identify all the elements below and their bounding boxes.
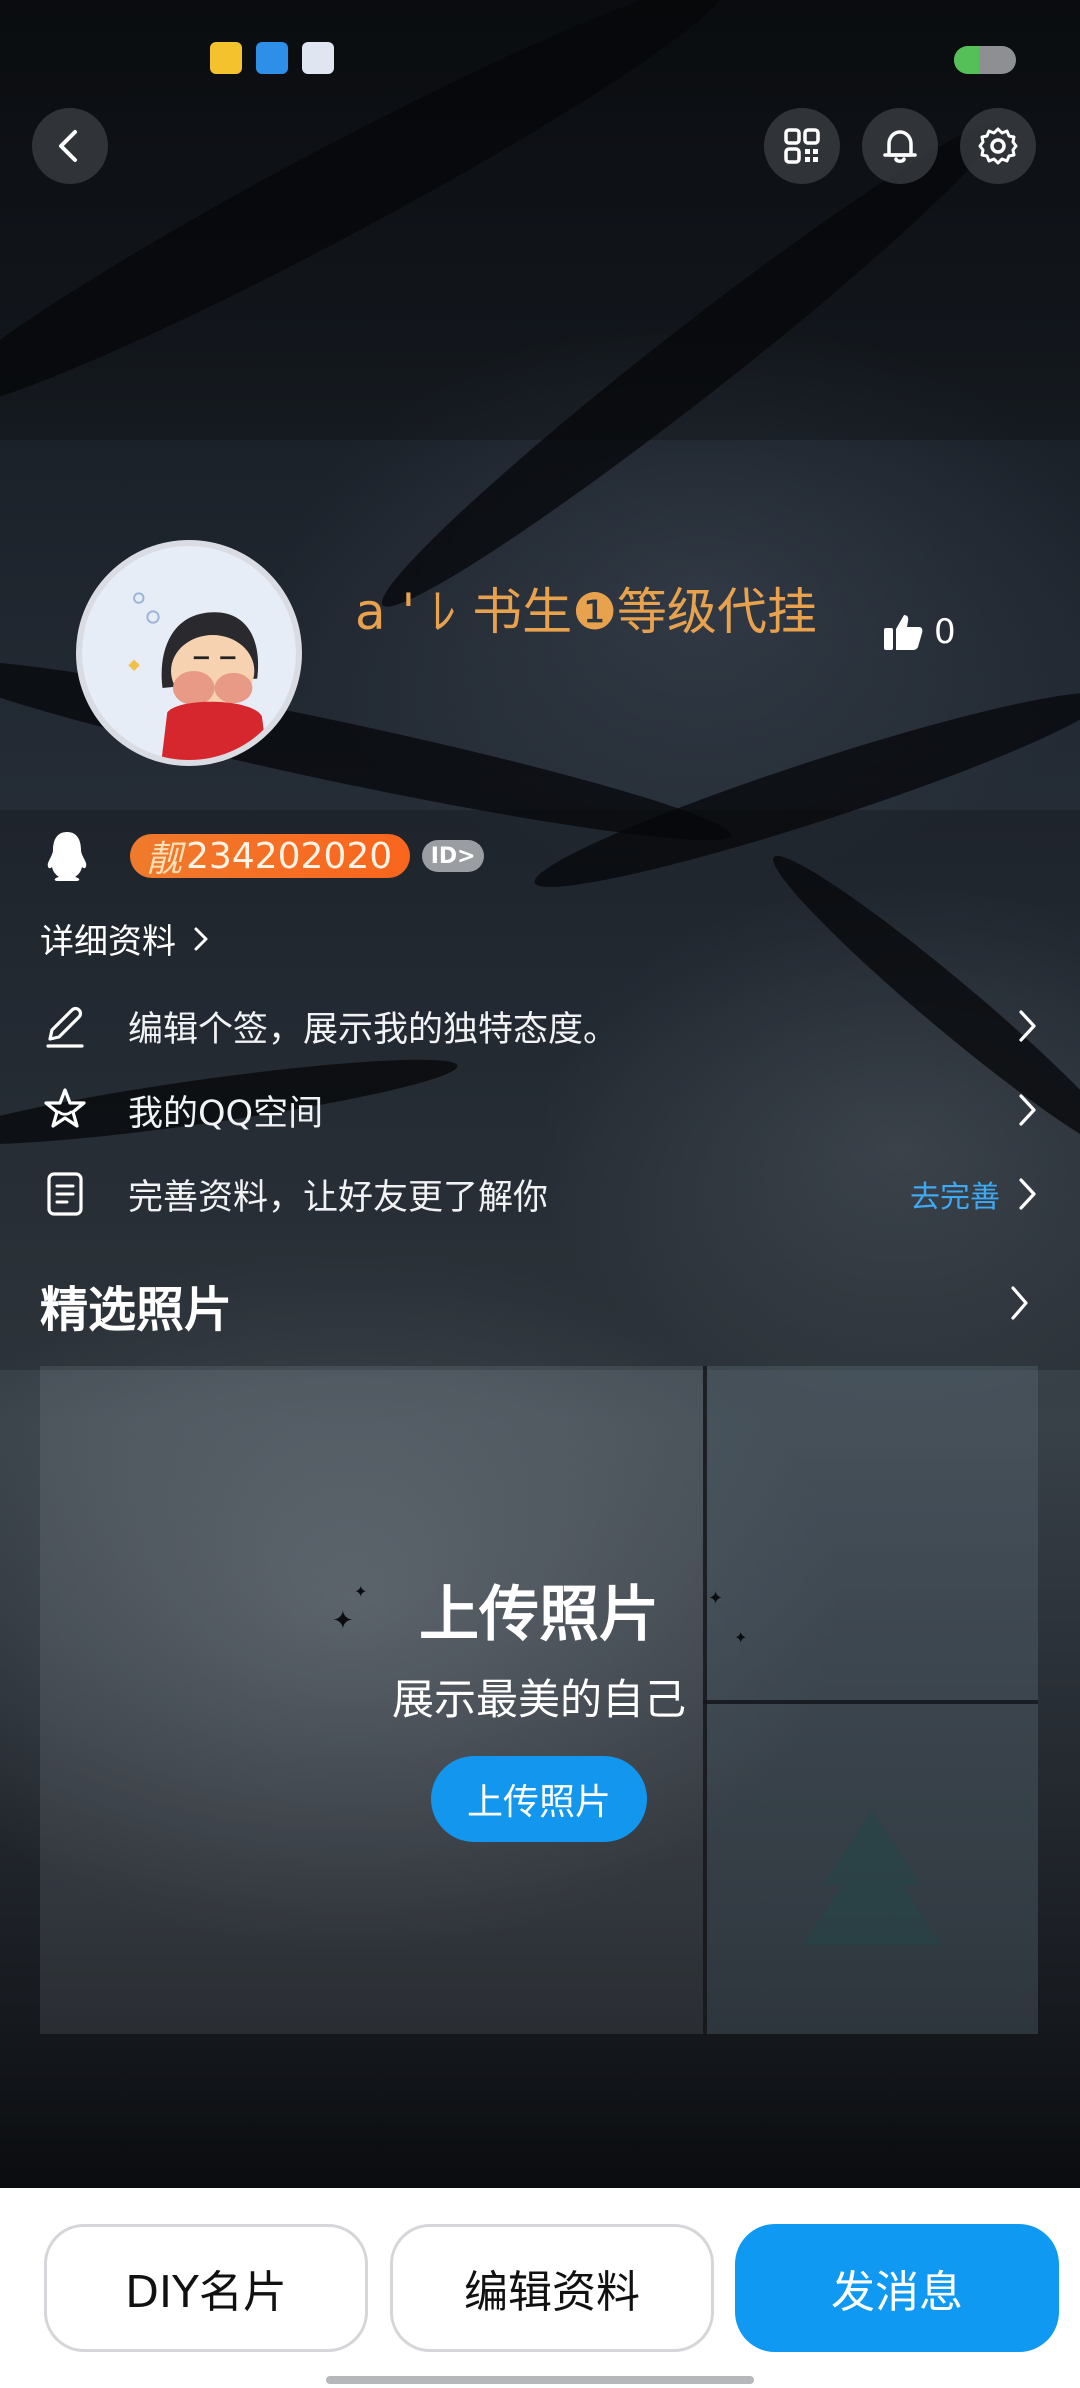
app-notification-icon xyxy=(302,42,334,74)
back-button[interactable] xyxy=(32,108,108,184)
gear-icon xyxy=(978,127,1018,165)
chevron-right-icon xyxy=(1019,1178,1036,1210)
notification-button[interactable] xyxy=(862,108,938,184)
nickname: a ' ﾚ 书生❶等级代挂 xyxy=(355,583,817,641)
avatar[interactable] xyxy=(76,540,302,766)
avatar-image xyxy=(82,546,296,760)
row-qq-space[interactable]: 我的QQ空间 xyxy=(40,1074,1040,1146)
qq-penguin-icon xyxy=(47,832,87,881)
edit-profile-button[interactable]: 编辑资料 xyxy=(390,2224,714,2352)
qr-code-icon xyxy=(784,128,820,164)
pencil-icon xyxy=(46,1006,84,1048)
detail-info-label: 详细资料 xyxy=(40,922,176,962)
account-id-row: 靓 234202020 ID> xyxy=(44,828,485,884)
home-indicator[interactable] xyxy=(326,2376,754,2384)
row-edit-signature[interactable]: 编辑个签，展示我的独特态度。 xyxy=(40,990,1040,1062)
like-button[interactable]: 0 xyxy=(882,612,956,652)
app-notification-icon xyxy=(256,42,288,74)
uid-number: 234202020 xyxy=(186,835,393,877)
chevron-left-icon xyxy=(59,130,77,162)
detail-info-link[interactable]: 详细资料 xyxy=(40,914,212,963)
featured-photos-title[interactable]: 精选照片 xyxy=(40,1270,232,1340)
chevron-right-icon xyxy=(194,927,208,950)
bottom-action-bar: DIY名片 编辑资料 发消息 xyxy=(0,2188,1080,2388)
chevron-right-icon xyxy=(1019,1094,1036,1126)
bell-icon xyxy=(883,130,917,163)
send-message-button[interactable]: 发消息 xyxy=(735,2224,1059,2352)
row-complete-profile[interactable]: 完善资料，让好友更了解你 去完善 xyxy=(40,1158,1040,1230)
diy-card-button[interactable]: DIY名片 xyxy=(44,2224,368,2352)
upload-photos-button[interactable]: 上传照片 xyxy=(431,1756,647,1842)
row-label: 完善资料，让好友更了解你 xyxy=(128,1177,549,1218)
upload-photos-title: 上传照片 xyxy=(419,1580,659,1650)
tree-placeholder-icon xyxy=(802,1810,942,1945)
like-count: 0 xyxy=(934,612,956,652)
document-icon xyxy=(47,1172,83,1216)
row-label: 我的QQ空间 xyxy=(128,1093,324,1134)
row-label: 编辑个签，展示我的独特态度。 xyxy=(128,1009,619,1050)
qr-code-button[interactable] xyxy=(764,108,840,184)
star-icon xyxy=(44,1088,86,1128)
chevron-right-icon[interactable] xyxy=(1006,1284,1032,1322)
battery-icon xyxy=(954,46,1016,74)
settings-button[interactable] xyxy=(960,108,1036,184)
status-bar xyxy=(0,40,1080,80)
featured-photos-card: ✦ ✦ ✦ ✦ 上传照片 展示最美的自己 上传照片 xyxy=(40,1366,1038,2034)
complete-now-link[interactable]: 去完善 xyxy=(910,1172,1000,1216)
uid-badge[interactable]: 靓 234202020 xyxy=(130,834,411,880)
thumbs-up-icon xyxy=(884,615,923,650)
id-badge[interactable]: ID> xyxy=(422,840,485,872)
uid-prefix: 靓 xyxy=(146,839,183,880)
chevron-right-icon xyxy=(1019,1010,1036,1042)
status-notification-icons xyxy=(210,42,334,74)
app-notification-icon xyxy=(210,42,242,74)
upload-photos-subtitle: 展示最美的自己 xyxy=(391,1675,686,1724)
